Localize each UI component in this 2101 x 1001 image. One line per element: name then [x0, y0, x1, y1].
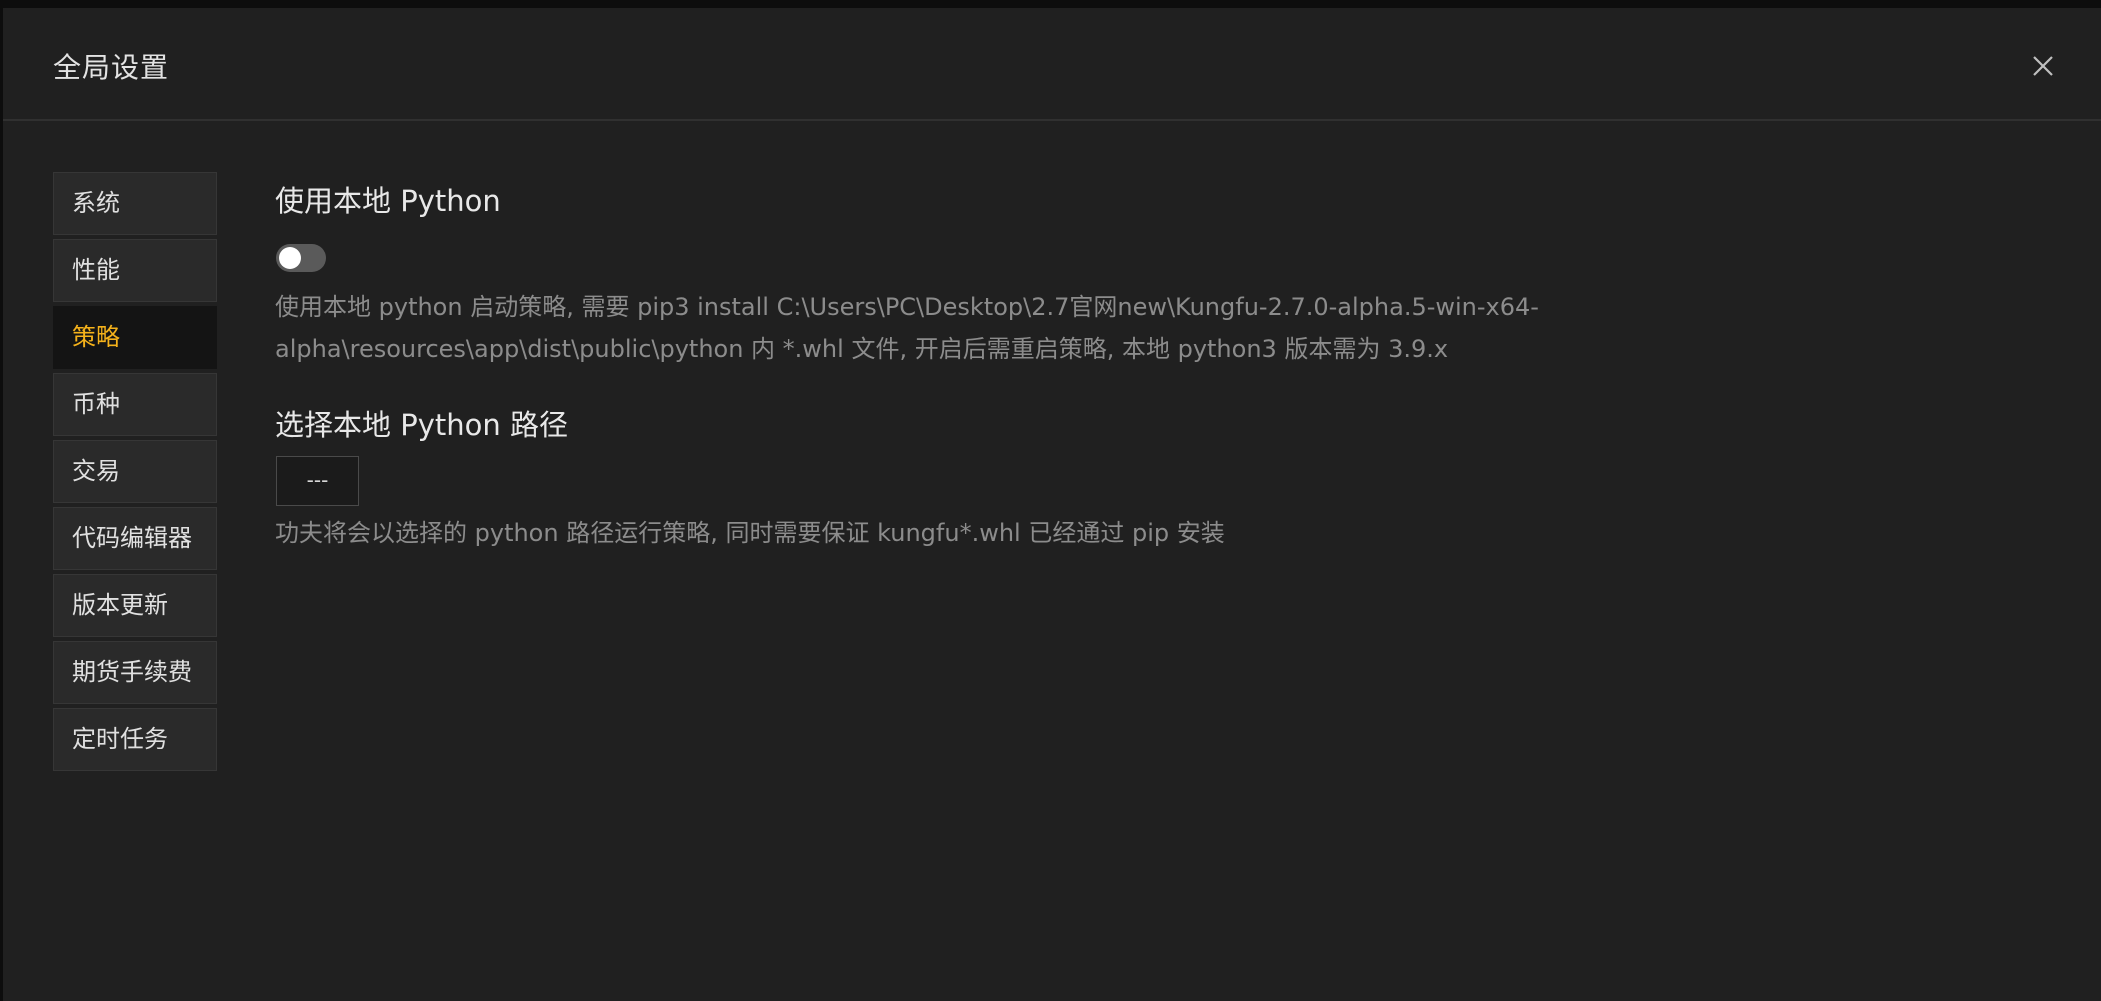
use-local-python-title: 使用本地 Python — [275, 184, 501, 218]
sidebar-item-strategy[interactable]: 策略 — [53, 306, 217, 369]
use-local-python-description-line1: 使用本地 python 启动策略, 需要 pip3 install C:\Use… — [275, 293, 1539, 321]
sidebar-item-version-update[interactable]: 版本更新 — [53, 574, 217, 637]
modal-header: 全局设置 — [3, 8, 2101, 121]
python-path-description: 功夫将会以选择的 python 路径运行策略, 同时需要保证 kungfu*.w… — [275, 519, 1225, 547]
sidebar-item-system[interactable]: 系统 — [53, 172, 217, 235]
use-local-python-toggle[interactable] — [276, 244, 326, 272]
close-button[interactable] — [2025, 48, 2061, 84]
sidebar-item-trading[interactable]: 交易 — [53, 440, 217, 503]
sidebar-item-performance[interactable]: 性能 — [53, 239, 217, 302]
toggle-knob — [279, 247, 301, 269]
settings-modal: 全局设置 系统 性能 策略 币种 交易 代码编辑器 版本更新 期货手续费 定时任… — [3, 8, 2101, 1001]
sidebar-item-scheduled-tasks[interactable]: 定时任务 — [53, 708, 217, 771]
sidebar-item-currency[interactable]: 币种 — [53, 373, 217, 436]
modal-title: 全局设置 — [53, 51, 170, 84]
sidebar-item-futures-fees[interactable]: 期货手续费 — [53, 641, 217, 704]
select-python-path-button[interactable]: --- — [276, 456, 359, 506]
use-local-python-description-line2: alpha\resources\app\dist\public\python 内… — [275, 335, 1449, 363]
close-icon — [2033, 56, 2053, 76]
settings-sidebar: 系统 性能 策略 币种 交易 代码编辑器 版本更新 期货手续费 定时任务 — [53, 172, 217, 775]
sidebar-item-code-editor[interactable]: 代码编辑器 — [53, 507, 217, 570]
python-path-title: 选择本地 Python 路径 — [275, 408, 568, 442]
